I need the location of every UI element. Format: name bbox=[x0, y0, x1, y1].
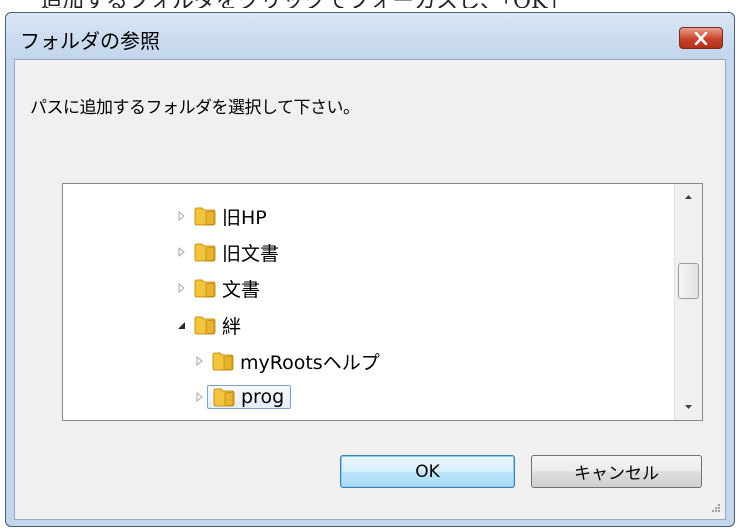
folder-tree[interactable]: 旧HP 旧文書 文書 絆 myRootsヘルプ prog bbox=[62, 183, 703, 421]
tree-item-label: myRootsヘルプ bbox=[240, 351, 380, 374]
expand-arrow-icon[interactable] bbox=[191, 388, 209, 406]
title-bar[interactable]: フォルダの参照 bbox=[6, 13, 734, 59]
tree-item-label: prog bbox=[241, 386, 285, 408]
folder-icon bbox=[194, 315, 216, 335]
tree-item-label: 旧文書 bbox=[222, 242, 280, 265]
folder-icon bbox=[194, 278, 216, 298]
browse-folder-dialog: フォルダの参照 パスに追加するフォルダを選択して下さい。 旧HP 旧文書 文書 … bbox=[5, 12, 735, 527]
tree-item[interactable]: myRootsヘルプ bbox=[191, 347, 380, 375]
scroll-down-icon bbox=[685, 405, 692, 409]
scrollbar-thumb[interactable] bbox=[678, 263, 699, 299]
tree-item-selected[interactable]: prog bbox=[191, 383, 292, 411]
tree-item[interactable]: 文書 bbox=[173, 274, 260, 302]
scroll-up-button[interactable] bbox=[675, 184, 702, 210]
tree-item-label: 旧HP bbox=[222, 206, 267, 229]
ok-button[interactable]: OK bbox=[340, 455, 515, 488]
collapse-arrow-icon[interactable] bbox=[173, 316, 191, 334]
scroll-up-icon bbox=[685, 195, 692, 199]
tree-item-label: 文書 bbox=[222, 278, 261, 301]
scroll-down-button[interactable] bbox=[675, 394, 702, 420]
expand-arrow-icon[interactable] bbox=[191, 352, 209, 370]
selected-item-box[interactable]: prog bbox=[207, 385, 292, 409]
close-button[interactable] bbox=[679, 27, 723, 49]
vertical-scrollbar[interactable] bbox=[674, 184, 702, 420]
dialog-title: フォルダの参照 bbox=[20, 29, 160, 53]
tree-item-label: 絆 bbox=[222, 315, 242, 338]
expand-arrow-icon[interactable] bbox=[173, 243, 191, 261]
tree-item[interactable]: 旧文書 bbox=[173, 238, 279, 266]
folder-icon bbox=[194, 242, 216, 262]
folder-icon bbox=[213, 387, 235, 407]
expand-arrow-icon[interactable] bbox=[173, 279, 191, 297]
cancel-button[interactable]: キャンセル bbox=[531, 455, 702, 488]
background-text: 追加するフォルダをクリックでフォーカスし、「OK」 bbox=[0, 0, 737, 8]
dialog-body: パスに追加するフォルダを選択して下さい。 旧HP 旧文書 文書 絆 myRoot… bbox=[14, 59, 726, 520]
folder-icon bbox=[212, 351, 234, 371]
close-icon bbox=[694, 32, 708, 45]
tree-item[interactable]: 絆 bbox=[173, 311, 241, 339]
folder-icon bbox=[194, 206, 216, 226]
instruction-text: パスに追加するフォルダを選択して下さい。 bbox=[30, 98, 360, 118]
tree-item[interactable]: 旧HP bbox=[173, 202, 267, 230]
resize-grip-icon[interactable] bbox=[709, 503, 721, 515]
expand-arrow-icon[interactable] bbox=[173, 207, 191, 225]
